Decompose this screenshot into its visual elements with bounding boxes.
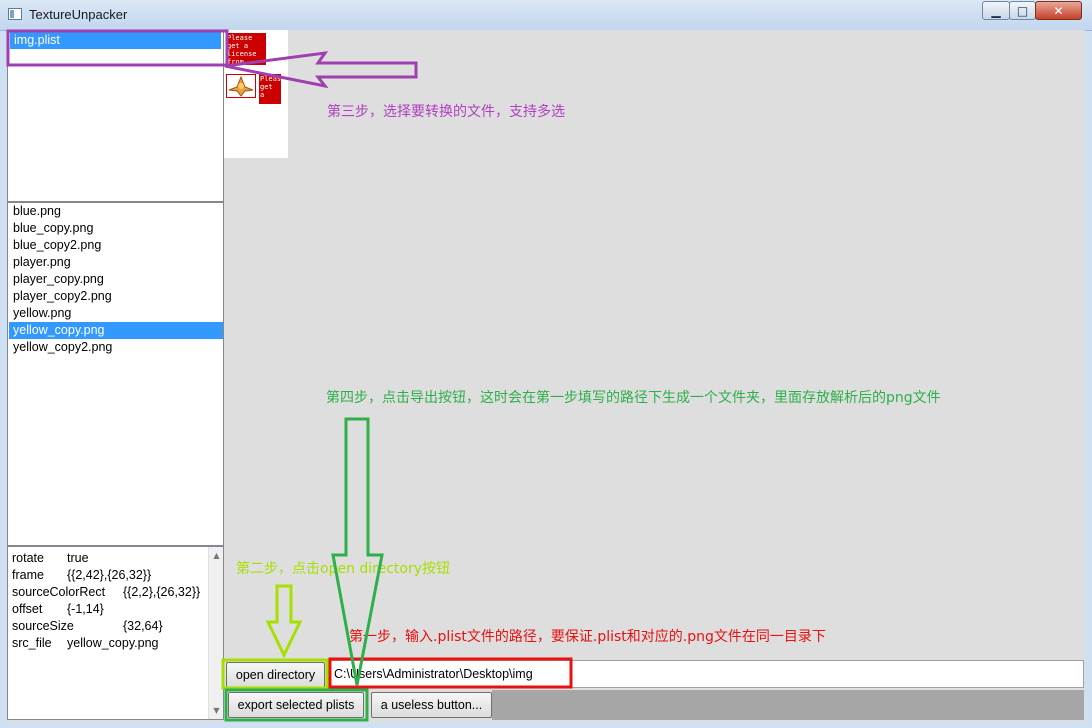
property-key: frame	[12, 568, 44, 582]
scroll-down-icon[interactable]: ▼	[209, 703, 223, 718]
maximize-button[interactable]: □	[1009, 1, 1036, 20]
property-row: sourceSize {32,64}	[8, 618, 223, 635]
status-area	[492, 690, 1084, 720]
path-input[interactable]: C:\Users\Administrator\Desktop\img	[329, 660, 1084, 688]
texture-tile: Please get a license from	[226, 33, 266, 65]
annotation-step-2: 第二步，点击open directory按钮	[236, 561, 451, 577]
close-button[interactable]: ✕	[1035, 1, 1082, 20]
property-key: rotate	[12, 551, 44, 565]
app-icon	[8, 8, 22, 20]
png-file-list[interactable]: blue.png blue_copy.png blue_copy2.png pl…	[7, 202, 224, 546]
export-button[interactable]: export selected plists	[228, 692, 364, 718]
property-value: {32,64}	[123, 619, 163, 633]
property-row: rotate true	[8, 550, 223, 567]
property-key: offset	[12, 602, 43, 616]
annotation-step-4: 第四步，点击导出按钮，这时会在第一步填写的路径下生成一个文件夹，里面存放解析后的…	[326, 390, 941, 406]
list-item-png-selected[interactable]: yellow_copy.png	[9, 322, 223, 339]
property-row: offset {-1,14}	[8, 601, 223, 618]
list-item-png[interactable]: player_copy.png	[9, 271, 223, 288]
list-item-png[interactable]: yellow_copy2.png	[9, 339, 223, 356]
properties-panel: rotate true frame {{2,42},{26,32}} sourc…	[7, 546, 224, 720]
annotation-step-3: 第三步，选择要转换的文件，支持多选	[327, 104, 565, 120]
title-bar: TextureUnpacker ▁ □ ✕	[0, 0, 1092, 31]
property-row: src_file yellow_copy.png	[8, 635, 223, 652]
list-item-png[interactable]: player_copy2.png	[9, 288, 223, 305]
texture-tile: Please get a	[259, 74, 281, 104]
property-value: {-1,14}	[67, 602, 104, 616]
property-row: frame {{2,42},{26,32}}	[8, 567, 223, 584]
property-key: sourceSize	[12, 619, 74, 633]
list-item-png[interactable]: blue_copy.png	[9, 220, 223, 237]
list-item-png[interactable]: player.png	[9, 254, 223, 271]
property-row: sourceColorRect {{2,2},{26,32}}	[8, 584, 223, 601]
minimize-button[interactable]: ▁	[982, 1, 1010, 20]
open-directory-button[interactable]: open directory	[226, 662, 325, 688]
window-title: TextureUnpacker	[29, 7, 128, 22]
list-item-png[interactable]: blue.png	[9, 203, 223, 220]
properties-scrollbar[interactable]: ▲ ▼	[208, 547, 223, 719]
property-value: {{2,42},{26,32}}	[67, 568, 152, 582]
scroll-up-icon[interactable]: ▲	[209, 548, 223, 563]
property-key: sourceColorRect	[12, 585, 106, 599]
list-item-png[interactable]: blue_copy2.png	[9, 237, 223, 254]
sprite-thumbnail	[226, 74, 256, 98]
list-item-png[interactable]: yellow.png	[9, 305, 223, 322]
property-value: {{2,2},{26,32}}	[123, 585, 201, 599]
property-value: yellow_copy.png	[67, 636, 159, 650]
annotation-step-1: 第一步，输入.plist文件的路径，要保证.plist和对应的.png文件在同一…	[349, 629, 826, 645]
list-item-plist[interactable]: img.plist	[10, 32, 221, 49]
property-value: true	[67, 551, 89, 565]
property-key: src_file	[12, 636, 52, 650]
plist-file-list[interactable]: img.plist	[7, 30, 224, 202]
useless-button[interactable]: a useless button...	[371, 692, 492, 718]
texture-preview: Please get a license from Please get a	[224, 30, 288, 158]
